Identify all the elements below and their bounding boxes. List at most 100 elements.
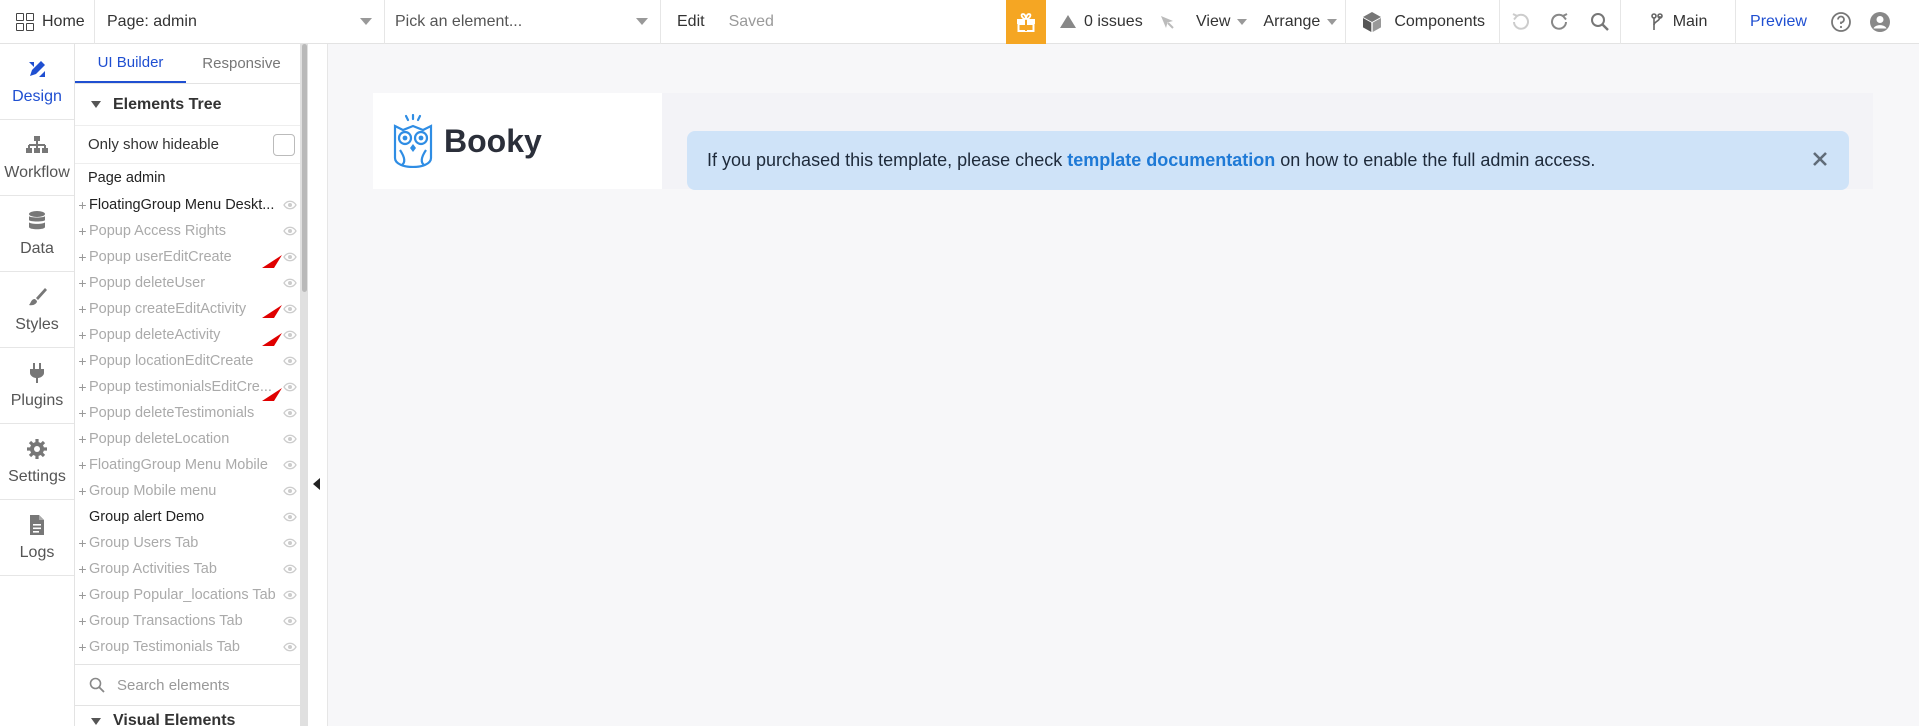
issues-button[interactable]: 0 issues: [1046, 0, 1146, 44]
visual-elements-header[interactable]: Visual Elements: [75, 712, 307, 726]
expand-plus-icon[interactable]: +: [76, 457, 89, 473]
preview-button[interactable]: Preview: [1736, 0, 1821, 44]
tree-item[interactable]: + Popup deleteUser: [75, 270, 307, 296]
rail-item-label: Data: [20, 239, 54, 257]
branch-selector[interactable]: Main: [1620, 0, 1737, 44]
expand-plus-icon[interactable]: +: [76, 613, 89, 629]
tree-item[interactable]: + Group Transactions Tab: [75, 608, 307, 634]
tab-responsive[interactable]: Responsive: [186, 44, 297, 83]
expand-plus-icon[interactable]: +: [76, 535, 89, 551]
tree-item[interactable]: + Group Testimonials Tab: [75, 634, 307, 660]
page-selector[interactable]: Page: admin: [95, 0, 385, 44]
eye-icon[interactable]: [279, 616, 301, 626]
eye-icon[interactable]: [279, 226, 301, 236]
rail-item-label: Logs: [19, 543, 55, 561]
panel-scrollbar-thumb[interactable]: [302, 44, 307, 292]
edit-button[interactable]: Edit: [677, 13, 705, 31]
account-button[interactable]: [1861, 0, 1899, 44]
rail-item-settings[interactable]: Settings: [0, 424, 74, 500]
expand-plus-icon[interactable]: +: [76, 275, 89, 291]
expand-plus-icon[interactable]: +: [76, 405, 89, 421]
help-button[interactable]: [1821, 0, 1861, 44]
rail-item-data[interactable]: Data: [0, 196, 74, 272]
expand-plus-icon[interactable]: +: [76, 353, 89, 369]
rail-item-label: Workflow: [4, 163, 70, 181]
tree-item[interactable]: + FloatingGroup Menu Mobile: [75, 452, 307, 478]
template-documentation-link[interactable]: template documentation: [1067, 150, 1275, 171]
tree-item[interactable]: + Popup deleteLocation: [75, 426, 307, 452]
tree-item[interactable]: + Group Users Tab: [75, 530, 307, 556]
page-selector-label: Page: admin: [107, 12, 197, 30]
collapse-panel-icon[interactable]: [313, 478, 320, 490]
eye-icon[interactable]: [279, 356, 301, 366]
expand-plus-icon[interactable]: +: [76, 561, 89, 577]
eye-icon[interactable]: [279, 408, 301, 418]
tree-item[interactable]: + Group Popular_locations Tab: [75, 582, 307, 608]
tree-item[interactable]: + Group Activities Tab: [75, 556, 307, 582]
expand-plus-icon[interactable]: +: [76, 301, 89, 317]
user-avatar-icon: [1869, 11, 1890, 32]
chevron-down-icon: [91, 717, 101, 725]
page-canvas[interactable]: Booky If you purchased this template, pl…: [327, 44, 1919, 726]
eye-icon[interactable]: [279, 538, 301, 548]
expand-plus-icon[interactable]: +: [76, 249, 89, 265]
expand-plus-icon[interactable]: +: [76, 197, 89, 213]
chevron-down-icon: [1327, 18, 1338, 25]
gift-icon: [1017, 12, 1035, 32]
chevron-down-icon: [636, 18, 648, 25]
only-show-hideable-checkbox[interactable]: [273, 133, 295, 156]
redo-button[interactable]: [1540, 0, 1580, 44]
eye-icon[interactable]: [279, 434, 301, 444]
rail-item-design[interactable]: Design: [0, 44, 74, 120]
tree-item[interactable]: + Popup locationEditCreate: [75, 348, 307, 374]
expand-plus-icon[interactable]: +: [76, 587, 89, 603]
chevron-down-icon: [360, 18, 372, 25]
tree-item[interactable]: + Group Mobile menu: [75, 478, 307, 504]
tree-item-label: Popup locationEditCreate: [89, 353, 254, 369]
undo-button[interactable]: [1500, 0, 1540, 44]
cursor-icon: [1161, 15, 1174, 29]
eye-icon[interactable]: [279, 642, 301, 652]
expand-plus-icon[interactable]: +: [76, 639, 89, 655]
annotation-arrow-icon: [262, 305, 282, 318]
eye-icon[interactable]: [279, 486, 301, 496]
components-button[interactable]: Components: [1345, 0, 1501, 44]
tree-item[interactable]: + FloatingGroup Menu Deskt...: [75, 192, 307, 218]
search-button[interactable]: [1580, 0, 1620, 44]
rail-item-styles[interactable]: Styles: [0, 272, 74, 348]
eye-icon[interactable]: [279, 278, 301, 288]
expand-plus-icon[interactable]: +: [76, 483, 89, 499]
workflow-icon: [26, 135, 48, 153]
rail-item-logs[interactable]: Logs: [0, 500, 74, 576]
rail-item-plugins[interactable]: Plugins: [0, 348, 74, 424]
tree-item[interactable]: Group alert Demo: [75, 504, 307, 530]
tree-item-page[interactable]: Page admin: [75, 164, 307, 192]
rail-item-workflow[interactable]: Workflow: [0, 120, 74, 196]
eye-icon[interactable]: [279, 200, 301, 210]
expand-plus-icon[interactable]: +: [76, 431, 89, 447]
annotation-arrow-icon: [262, 388, 282, 401]
tree-item-label: FloatingGroup Menu Deskt...: [89, 197, 275, 213]
home-button[interactable]: Home: [0, 0, 95, 44]
tree-item-label: Group Testimonials Tab: [89, 639, 240, 655]
inspect-button[interactable]: [1146, 0, 1188, 44]
gift-button[interactable]: [1006, 0, 1046, 44]
tree-item[interactable]: + Popup Access Rights: [75, 218, 307, 244]
edit-status: Edit Saved: [661, 0, 1006, 44]
element-picker[interactable]: Pick an element...: [385, 0, 661, 44]
view-menu[interactable]: View: [1188, 0, 1255, 44]
tab-ui-builder[interactable]: UI Builder: [75, 44, 186, 83]
eye-icon[interactable]: [279, 512, 301, 522]
document-icon: [30, 514, 44, 535]
eye-icon[interactable]: [279, 460, 301, 470]
expand-plus-icon[interactable]: +: [76, 223, 89, 239]
expand-plus-icon[interactable]: +: [76, 379, 89, 395]
eye-icon[interactable]: [279, 590, 301, 600]
search-elements[interactable]: Search elements: [75, 664, 307, 706]
search-elements-placeholder: Search elements: [117, 676, 230, 694]
close-icon[interactable]: [1809, 148, 1831, 170]
arrange-menu[interactable]: Arrange: [1255, 0, 1345, 44]
expand-plus-icon[interactable]: +: [76, 327, 89, 343]
elements-tree-header[interactable]: Elements Tree: [75, 84, 307, 126]
eye-icon[interactable]: [279, 564, 301, 574]
